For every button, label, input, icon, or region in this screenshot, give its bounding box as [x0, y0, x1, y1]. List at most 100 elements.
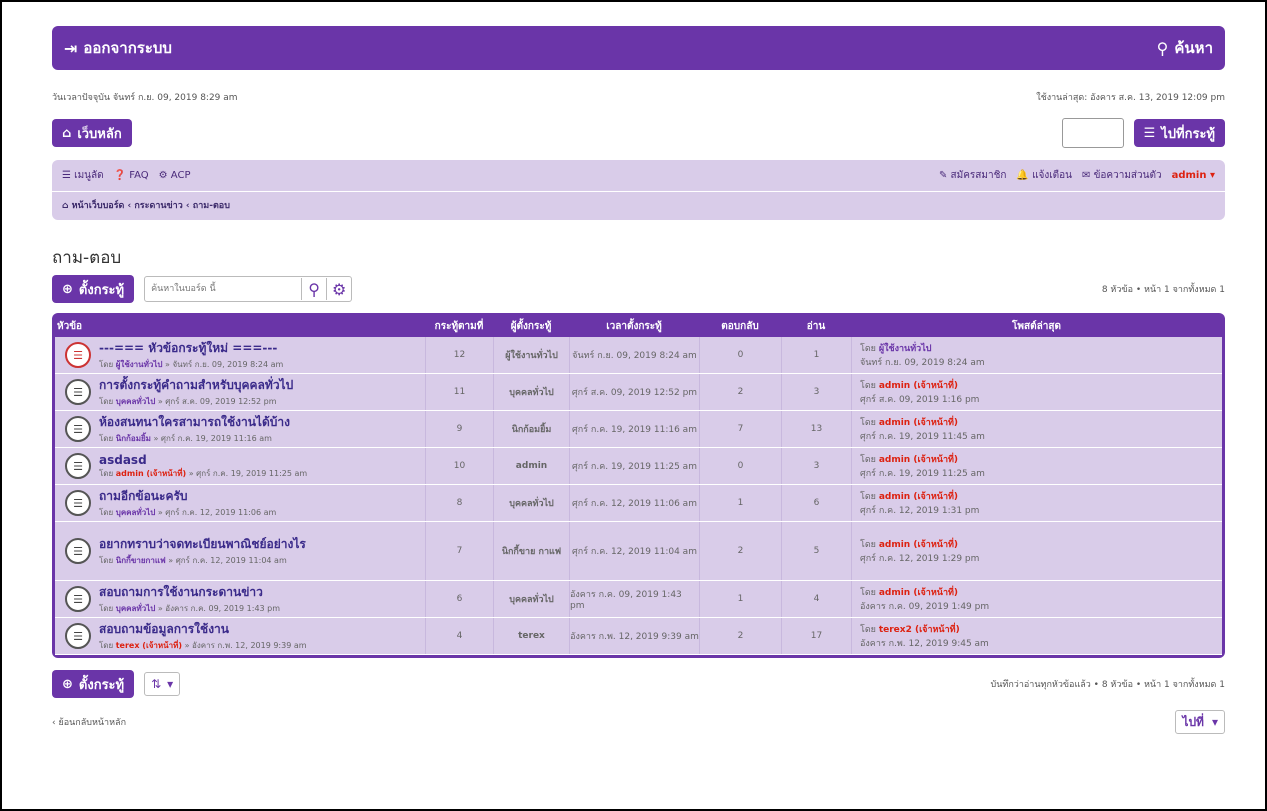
- search-label: ค้นหา: [1174, 39, 1213, 57]
- topic-author[interactable]: admin (เจ้าหน้าที่): [116, 469, 186, 478]
- topic-starter[interactable]: นิกก้อมยิ้ม: [493, 411, 569, 447]
- table-row[interactable]: ☰ ---=== หัวข้อกระทู้ใหม่ ===--- โดย ผู้…: [55, 337, 1222, 374]
- last-by-label: โดย: [860, 418, 876, 428]
- sort-button[interactable]: ⇅ ▾: [144, 672, 181, 696]
- topic-title[interactable]: ถามอีกข้อนะครับ: [99, 487, 276, 506]
- topic-author[interactable]: บุคคลทั่วไป: [116, 508, 156, 517]
- topic-title[interactable]: อยากทราบว่าจดทะเบียนพาณิชย์อย่างไร: [99, 535, 306, 554]
- col-topic: หัวข้อ: [57, 320, 83, 332]
- topic-author[interactable]: บุคคลทั่วไป: [116, 604, 156, 613]
- last-author[interactable]: admin (เจ้าหน้าที่): [879, 492, 958, 502]
- bottom-left: ⊕ ตั้งกระทู้ ⇅ ▾: [52, 670, 181, 698]
- table-row[interactable]: ☰ ห้องสนทนาใครสามารถใช้งานได้บ้าง โดย นิ…: [55, 411, 1222, 448]
- crumb-news[interactable]: กระดานข่าว: [134, 201, 182, 211]
- topics-table: หัวข้อ กระทู้ตามที่ ผู้ตั้งกระทู้ เวลาตั…: [52, 313, 1225, 658]
- nav-bar: ☰ เมนูลัด ❓ FAQ ⚙ ACP ✎ สมัครสมาชิก 🔔 แจ…: [52, 160, 1225, 220]
- jump-to-button[interactable]: ไปที่ ▾: [1175, 710, 1225, 734]
- topic-date: » ศุกร์ ส.ค. 09, 2019 12:52 pm: [157, 397, 277, 406]
- notifications-link[interactable]: 🔔 แจ้งเตือน: [1016, 168, 1072, 183]
- members-link[interactable]: ✎ สมัครสมาชิก: [939, 168, 1006, 183]
- topic-starter[interactable]: admin: [493, 448, 569, 484]
- topic-title[interactable]: asdasd: [99, 453, 307, 467]
- time-info: วันเวลาปัจจุบัน จันทร์ ก.ย. 09, 2019 8:2…: [52, 90, 1225, 104]
- topic-number-input[interactable]: [1061, 118, 1124, 148]
- last-author[interactable]: ผู้ใช้งานทั่วไป: [879, 344, 932, 354]
- topic-title[interactable]: ---=== หัวข้อกระทู้ใหม่ ===---: [99, 339, 283, 358]
- table-row[interactable]: ☰ อยากทราบว่าจดทะเบียนพาณิชย์อย่างไร โดย…: [55, 522, 1222, 581]
- home-button[interactable]: ⌂ เว็บหลัก: [52, 119, 132, 147]
- last-author[interactable]: admin (เจ้าหน้าที่): [879, 418, 958, 428]
- table-row[interactable]: ☰ การตั้งกระทู้คำถามสำหรับบุคคลทั่วไป โด…: [55, 374, 1222, 411]
- topic-by: โดย: [99, 641, 114, 650]
- goto-topic-button[interactable]: ☰ ไปที่กระทู้: [1133, 119, 1225, 147]
- topic-no: 11: [425, 374, 493, 410]
- page-frame: ⇥ ออกจากระบบ ⚲ ค้นหา วันเวลาปัจจุบัน จัน…: [0, 0, 1267, 811]
- last-date: ศุกร์ ก.ค. 12, 2019 1:29 pm: [860, 554, 980, 564]
- forum-title: ถาม-ตอบ: [52, 248, 122, 268]
- topic-starter[interactable]: นิกกี้ขาย กาแฟ: [493, 522, 569, 580]
- topic-no: 10: [425, 448, 493, 484]
- topic-starter[interactable]: terex: [493, 618, 569, 654]
- last-author[interactable]: admin (เจ้าหน้าที่): [879, 540, 958, 550]
- search-link[interactable]: ⚲ ค้นหา: [1157, 36, 1213, 60]
- topic-title[interactable]: การตั้งกระทู้คำถามสำหรับบุคคลทั่วไป: [99, 376, 293, 395]
- notifications-label: แจ้งเตือน: [1032, 170, 1073, 181]
- table-row[interactable]: ☰ asdasd โดย admin (เจ้าหน้าที่) » ศุกร์…: [55, 448, 1222, 485]
- last-post: โดย admin (เจ้าหน้าที่) ศุกร์ ก.ค. 19, 20…: [851, 411, 1222, 447]
- logout-link[interactable]: ⇥ ออกจากระบบ: [64, 36, 172, 60]
- topic-global-icon: ☰: [65, 342, 91, 368]
- chevron-down-icon: ▾: [1211, 715, 1218, 729]
- crumb-qa[interactable]: ถาม-ตอบ: [193, 201, 230, 211]
- crumb-board[interactable]: หน้าเว็บบอร์ด: [72, 201, 125, 211]
- back-link[interactable]: ‹ ย้อนกลับหน้าหลัก: [52, 715, 126, 729]
- col-time: เวลาตั้งกระทู้: [606, 320, 662, 332]
- home-crumb-icon: ⌂: [62, 201, 69, 211]
- acp-link[interactable]: ⚙ ACP: [159, 170, 191, 181]
- footer-row: ‹ ย้อนกลับหน้าหลัก ไปที่ ▾: [52, 710, 1225, 734]
- gear-icon[interactable]: ⚙: [326, 278, 351, 300]
- quick-links[interactable]: ☰ เมนูลัด: [62, 168, 104, 183]
- messages-link[interactable]: ✉ ข้อความส่วนตัว: [1082, 168, 1162, 183]
- topic-author[interactable]: ผู้ใช้งานทั่วไป: [116, 360, 163, 369]
- topic-time: ศุกร์ ก.ค. 12, 2019 11:04 am: [569, 522, 699, 580]
- last-date: อังคาร ก.พ. 12, 2019 9:45 am: [860, 639, 989, 649]
- topic-by: โดย: [99, 468, 114, 478]
- topic-replies: 1: [699, 581, 781, 617]
- table-row[interactable]: ☰ ถามอีกข้อนะครับ โดย บุคคลทั่วไป » ศุกร…: [55, 485, 1222, 522]
- nav-divider: [52, 191, 1225, 192]
- topic-title[interactable]: ห้องสนทนาใครสามารถใช้งานได้บ้าง: [99, 413, 290, 432]
- table-row[interactable]: ☰ สอบถามการใช้งานกระดานข่าว โดย บุคคลทั่…: [55, 581, 1222, 618]
- topic-starter[interactable]: บุคคลทั่วไป: [493, 581, 569, 617]
- faq-link[interactable]: ❓ FAQ: [114, 170, 149, 181]
- topic-starter[interactable]: บุคคลทั่วไป: [493, 485, 569, 521]
- search-submit-icon[interactable]: ⚲: [301, 278, 326, 300]
- topic-date: » ศุกร์ ก.ค. 19, 2019 11:25 am: [188, 468, 308, 478]
- topic-no: 6: [425, 581, 493, 617]
- last-author[interactable]: admin (เจ้าหน้าที่): [879, 455, 958, 465]
- topic-author[interactable]: นิกกี้ขายกาแฟ: [116, 556, 166, 565]
- home-icon: ⌂: [62, 125, 72, 141]
- topic-author[interactable]: นิกก้อมยิ้ม: [116, 434, 151, 443]
- col-no: กระทู้ตามที่: [434, 320, 484, 332]
- topic-starter[interactable]: บุคคลทั่วไป: [493, 374, 569, 410]
- topic-author[interactable]: terex (เจ้าหน้าที่): [116, 641, 182, 650]
- acp-label: ACP: [170, 170, 191, 181]
- last-author[interactable]: admin (เจ้าหน้าที่): [879, 381, 958, 391]
- topic-author[interactable]: บุคคลทั่วไป: [116, 397, 156, 406]
- new-topic-button[interactable]: ⊕ ตั้งกระทู้: [52, 275, 135, 303]
- new-topic-button-bottom[interactable]: ⊕ ตั้งกระทู้: [52, 670, 135, 698]
- last-author[interactable]: admin (เจ้าหน้าที่): [879, 588, 958, 598]
- last-post: โดย ผู้ใช้งานทั่วไป จันทร์ ก.ย. 09, 2019 …: [851, 337, 1222, 373]
- topic-no: 12: [425, 337, 493, 373]
- topic-time: อังคาร ก.ค. 09, 2019 1:43 pm: [569, 581, 699, 617]
- topic-title[interactable]: สอบถามการใช้งานกระดานข่าว: [99, 583, 280, 602]
- table-row[interactable]: ☰ สอบถามข้อมูลการใช้งาน โดย terex (เจ้าห…: [55, 618, 1222, 655]
- topic-time: อังคาร ก.พ. 12, 2019 9:39 am: [569, 618, 699, 654]
- topic-no: 4: [425, 618, 493, 654]
- topic-starter[interactable]: ผู้ใช้งานทั่วไป: [493, 337, 569, 373]
- topic-views: 13: [781, 411, 851, 447]
- user-menu[interactable]: admin ▾: [1172, 170, 1215, 181]
- forum-search-input[interactable]: ค้นหาในบอร์ด นี้: [145, 278, 301, 300]
- last-author[interactable]: terex2 (เจ้าหน้าที่): [879, 625, 960, 635]
- topic-title[interactable]: สอบถามข้อมูลการใช้งาน: [99, 620, 307, 639]
